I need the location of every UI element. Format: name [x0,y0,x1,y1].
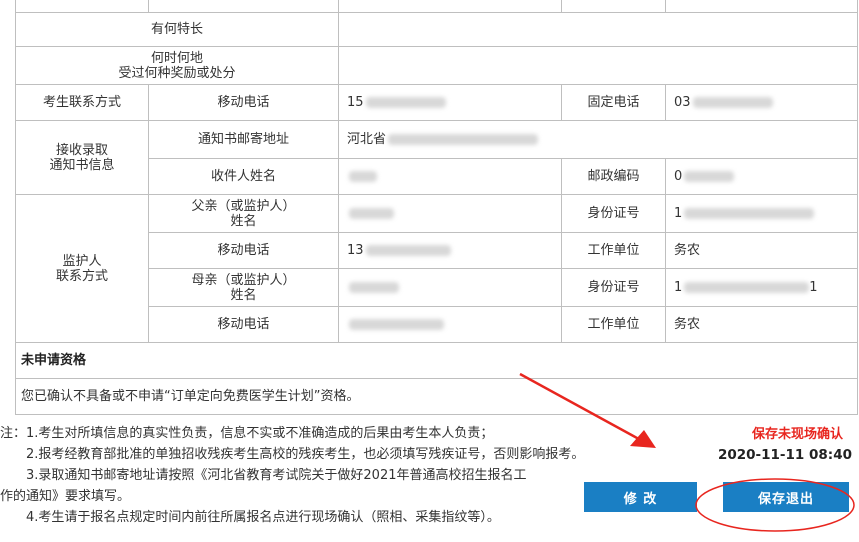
mother-name-value [338,268,562,307]
mother-mobile-value [338,306,562,343]
table-row: 有何特长 [15,12,858,47]
notice-label-line2: 通知书信息 [49,157,115,173]
father-mobile-value: 13 [338,232,562,269]
modify-button[interactable]: 修 改 [584,482,697,512]
postcode-label: 邮政编码 [561,158,666,195]
qualification-title: 未申请资格 [15,342,858,379]
father-id-label: 身份证号 [561,194,666,233]
award-value[interactable] [338,46,858,85]
note-3a: 3.录取通知书邮寄地址请按照《河北省教育考试院关于做好2021年普通高校招生报名… [26,468,527,483]
specialty-value[interactable] [338,12,858,47]
father-label-line1: 父亲（或监护人） [191,198,296,214]
father-mobile-label: 移动电话 [148,232,339,269]
status-text: 保存未现场确认 [751,427,843,442]
save-exit-button[interactable]: 保存退出 [723,482,849,512]
status-date: 2020-11-11 08:40 [717,447,852,463]
table-row: 监护人 联系方式 父亲（或监护人） 姓名 身份证号 1 [15,194,858,343]
table-row: 未申请资格 [15,342,858,379]
receiver-value [338,158,562,195]
table-row: 何时何地 受过何种奖励或处分 [15,46,858,85]
postcode-value: 0 [665,158,858,195]
specialty-label: 有何特长 [15,12,339,47]
mobile-label: 移动电话 [148,84,339,121]
guardian-label-line2: 联系方式 [55,268,108,284]
mobile-value: 15 [338,84,562,121]
qualification-text: 您已确认不具备或不申请“订单定向免费医学生计划”资格。 [15,378,858,415]
annotation-arrow-head-icon [630,430,656,448]
notice-label-line1: 接收录取 [55,142,108,158]
mother-work-label: 工作单位 [561,306,666,343]
notes: 注：1.考生对所填信息的真实性负责，信息不实或不准确造成的后果由考生本人负责； … [0,423,590,528]
mother-id-label: 身份证号 [561,268,666,307]
father-work-label: 工作单位 [561,232,666,269]
award-label: 何时何地 受过何种奖励或处分 [15,46,339,85]
note-1: 注：1.考生对所填信息的真实性负责，信息不实或不准确造成的后果由考生本人负责； [0,426,494,441]
applicant-info-table: 有何特长 何时何地 受过何种奖励或处分 考生联系方式 移动电话 15 固定电话 … [15,0,858,415]
table-row: 考生联系方式 移动电话 15 固定电话 03 [15,84,858,121]
father-label-line2: 姓名 [230,213,257,229]
father-work-value: 务农 [665,232,858,269]
note-4: 4.考生请于报名点规定时间内前往所属报名点进行现场确认（照相、采集指纹等）。 [26,510,500,525]
note-3b: 作的通知》要求填写。 [0,489,131,504]
mother-label-line1: 母亲（或监护人） [191,272,296,288]
guardian-label: 监护人 联系方式 [15,194,149,343]
mother-work-value: 务农 [665,306,858,343]
address-label: 通知书邮寄地址 [148,120,339,159]
mother-name-label: 母亲（或监护人） 姓名 [148,268,339,307]
contact-label: 考生联系方式 [15,84,149,121]
award-label-line1: 何时何地 [150,50,203,66]
table-row [15,0,858,13]
table-row: 您已确认不具备或不申请“订单定向免费医学生计划”资格。 [15,378,858,415]
father-name-label: 父亲（或监护人） 姓名 [148,194,339,233]
mother-id-value: 11 [665,268,858,307]
mother-mobile-label: 移动电话 [148,306,339,343]
father-name-value [338,194,562,233]
father-id-value: 1 [665,194,858,233]
award-label-line2: 受过何种奖励或处分 [118,65,236,81]
receiver-label: 收件人姓名 [148,158,339,195]
mother-label-line2: 姓名 [230,287,257,303]
notice-label: 接收录取 通知书信息 [15,120,149,195]
phone-label: 固定电话 [561,84,666,121]
note-2: 2.报考经教育部批准的单独招收残疾考生高校的残疾考生，也必须填写残疾证号，否则影… [26,447,585,462]
guardian-label-line1: 监护人 [62,253,102,269]
address-value: 河北省 [338,120,858,159]
table-row: 接收录取 通知书信息 通知书邮寄地址 河北省 [15,120,858,195]
phone-value: 03 [665,84,858,121]
